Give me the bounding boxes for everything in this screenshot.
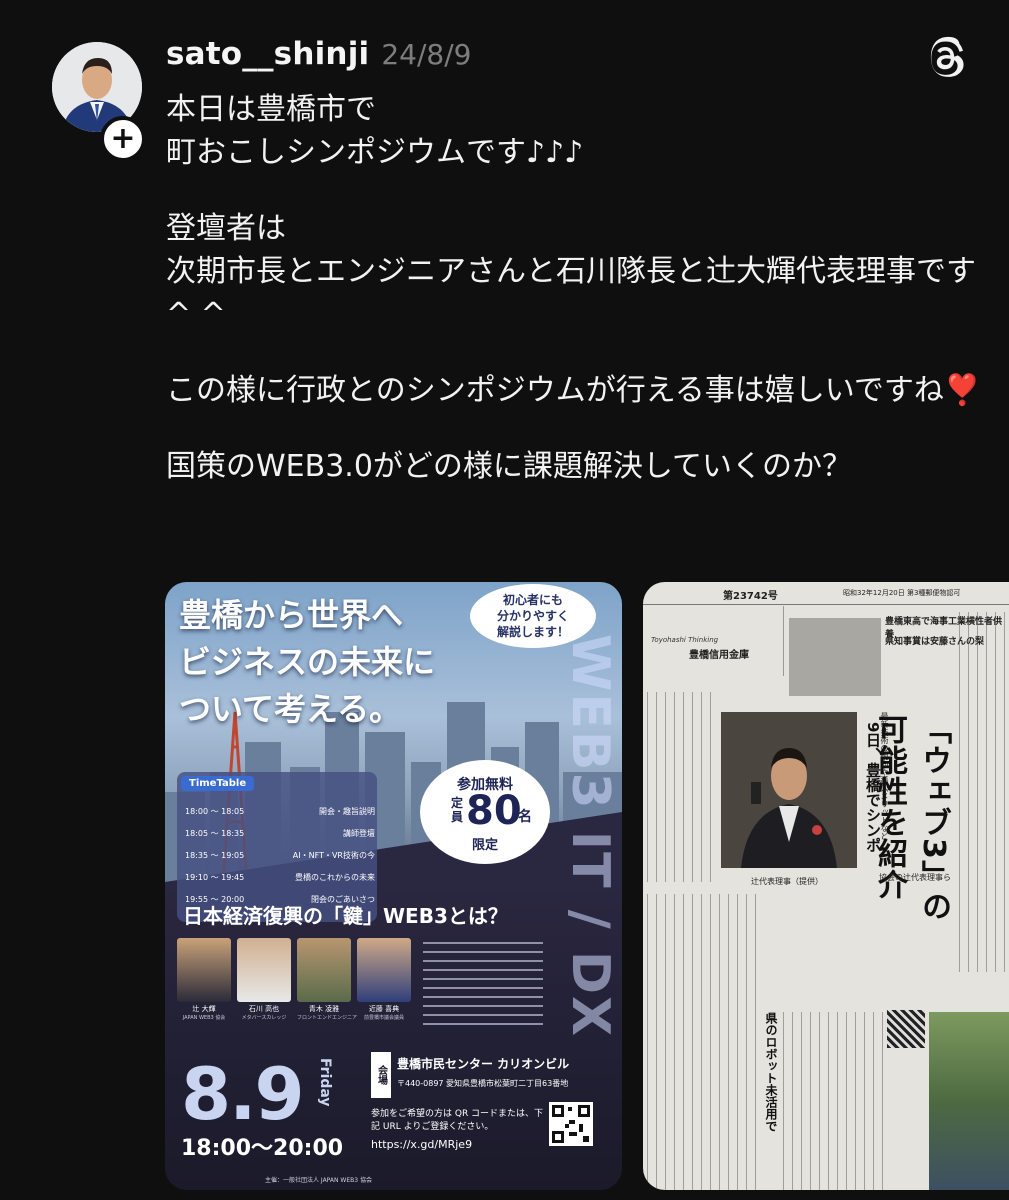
post-line-2: 町おこしシンポジウムです♪♪♪ <box>166 135 584 170</box>
timetable-label: TimeTable <box>181 776 255 791</box>
free-admission-badge: 参加無料 定員 80 名 限定 <box>420 760 550 864</box>
speaker-photo <box>177 938 231 1002</box>
speaker-photo <box>721 712 857 868</box>
post-line-1: 本日は豊橋市で <box>166 92 376 127</box>
bank-ad: Toyohashi Thinking 豊橋信用金庫 <box>643 606 784 676</box>
venue-name: 豊橋市民センター カリオンビル <box>397 1057 570 1071</box>
speaker: 近藤 喜典 前豊橋市議会議員 <box>357 938 411 1021</box>
capacity-number: 80 <box>466 788 522 834</box>
venue-tag: 会場 <box>371 1052 391 1098</box>
description-text-block <box>423 942 543 1032</box>
speaker-name: 近藤 喜典 <box>368 1005 400 1013</box>
flyer-title-line: ついて考える。 <box>179 690 402 728</box>
newspaper-image[interactable]: 第23742号 昭和32年12月20日 第3種郵便物認可 Toyohashi T… <box>643 582 1009 1190</box>
speaker: 青木 凌雅 フロントエンドエンジニア <box>297 938 358 1021</box>
speaker-name: 青木 凌雅 <box>308 1005 340 1013</box>
timetable-row: 19:10 ～ 19:45 豊橋のこれからの未来 <box>185 872 375 883</box>
venue-address: 〒440-0897 愛知県豊橋市松葉町二丁目63番地 <box>397 1079 569 1088</box>
bank-slogan: Toyohashi Thinking <box>651 636 719 644</box>
flyer-title: 豊橋から世界へ ビジネスの未来に ついて考える。 <box>179 592 509 733</box>
speaker-role: フロントエンドエンジニア <box>297 1015 358 1021</box>
newspaper-header: 第23742号 昭和32年12月20日 第3種郵便物認可 <box>643 582 1009 605</box>
speaker-photo <box>237 938 291 1002</box>
qr-code <box>549 1102 593 1146</box>
post-header: sato__shinji 24/8/9 <box>166 36 471 72</box>
timetable-row: 18:00 ～ 18:05 開会・趣旨説明 <box>185 806 375 817</box>
qr-code <box>887 1010 925 1048</box>
post-line-5-text: この様に行政とのシンポジウムが行える事は嬉しいですね <box>166 373 944 408</box>
issue-date: 昭和32年12月20日 第3種郵便物認可 <box>843 589 961 597</box>
news-byline: 協会の辻代表理事ら <box>879 873 951 882</box>
speaker: 辻 大輝 JAPAN WEB3 協会 <box>177 938 231 1021</box>
bubble-line: 初心者にも <box>502 593 563 607</box>
bottom-headline: 県のロボット未活用で <box>764 1012 778 1132</box>
event-date: 8.9 <box>181 1052 305 1136</box>
plus-icon: + <box>110 121 136 156</box>
heart-icon: ❣️ <box>943 373 982 408</box>
timetable-row: 18:05 ～ 18:35 講師登壇 <box>185 828 375 839</box>
bubble-line: 分かりやすく <box>496 609 569 623</box>
flyer-title-line: ビジネスの未来に <box>179 643 436 681</box>
speaker-role: JAPAN WEB3 協会 <box>182 1015 226 1021</box>
bank-name: 豊橋信用金庫 <box>689 650 749 661</box>
post-text: 本日は豊橋市で 町おこしシンポジウムです♪♪♪ 登壇者は 次期市長とエンジニアさ… <box>166 88 986 488</box>
timestamp[interactable]: 24/8/9 <box>381 38 471 71</box>
event-weekday: Friday <box>317 1058 333 1107</box>
speaker-role: 前豊橋市議会議員 <box>363 1015 404 1021</box>
register-url: https://x.gd/MRje9 <box>371 1138 473 1151</box>
speakers: 辻 大輝 JAPAN WEB3 協会 石川 高也 メタバースカレッジ 青木 凌雅… <box>177 938 417 1038</box>
column-text <box>647 894 757 1190</box>
tt-event: 豊橋のこれからの未来 <box>295 873 375 882</box>
speaker-name: 辻 大輝 <box>192 1005 216 1013</box>
flyer-image[interactable]: 豊橋から世界へ ビジネスの未来に ついて考える。 初心者にも 分かりやすく 解説… <box>165 582 622 1190</box>
column-text <box>959 612 1009 972</box>
capacity-unit: 名 <box>518 809 532 825</box>
column-text <box>783 1012 883 1190</box>
post-line-3: 登壇者は <box>166 211 286 246</box>
tt-time: 18:35 ～ 19:05 <box>185 851 245 860</box>
post-line-4: 次期市長とエンジニアさんと石川隊長と辻大輝代表理事です^ ^ <box>166 254 976 332</box>
issue-number: 第23742号 <box>723 591 778 602</box>
speaker: 石川 高也 メタバースカレッジ <box>237 938 291 1021</box>
flyer-title-line: 豊橋から世界へ <box>179 596 404 634</box>
post-line-5: この様に行政とのシンポジウムが行える事は嬉しいですね❣️ <box>166 369 986 412</box>
tt-time: 19:10 ～ 19:45 <box>185 873 245 882</box>
timetable-row: 18:35 ～ 19:05 AI・NFT・VR技術の今 <box>185 850 375 861</box>
tt-event: 開会・趣旨説明 <box>319 807 375 816</box>
speaker-name: 石川 高也 <box>248 1005 280 1013</box>
username[interactable]: sato__shinji <box>166 36 369 72</box>
photo-caption: 辻代表理事（提供） <box>751 877 823 886</box>
column-text <box>647 692 717 882</box>
tt-time: 18:00 ～ 18:05 <box>185 807 245 816</box>
top-photo <box>789 618 881 696</box>
flyer-subtitle: 日本経済復興の「鍵」WEB3とは？ <box>183 904 508 928</box>
tt-event: AI・NFT・VR技術の今 <box>292 851 375 860</box>
news-headline: 「ウェブ3」の可能性を紹介 <box>872 714 951 922</box>
speaker-role: メタバースカレッジ <box>241 1015 287 1021</box>
register-note: 参加をご希望の方は QR コードまたは、下記 URL よりご登録ください。 <box>371 1109 544 1132</box>
speaker-photo <box>297 938 351 1002</box>
organizer-note: 主催：一般社団法人 JAPAN WEB3 協会 <box>265 1177 372 1184</box>
post-line-6: 国策のWEB3.0がどの様に課題解決していくのか？ <box>166 449 853 484</box>
tt-time: 18:05 ～ 18:35 <box>185 829 245 838</box>
capacity-label: 定員 <box>450 796 463 824</box>
tree-photo <box>929 1012 1009 1190</box>
event-time: 18:00～20:00 <box>181 1136 344 1161</box>
threads-icon[interactable] <box>924 36 968 80</box>
limited-label: 限定 <box>471 838 498 853</box>
speaker-photo <box>357 938 411 1002</box>
tt-event: 講師登壇 <box>343 829 375 838</box>
follow-button[interactable]: + <box>100 116 146 162</box>
web3-vertical-text: WEB3 IT / DX <box>560 634 620 1039</box>
